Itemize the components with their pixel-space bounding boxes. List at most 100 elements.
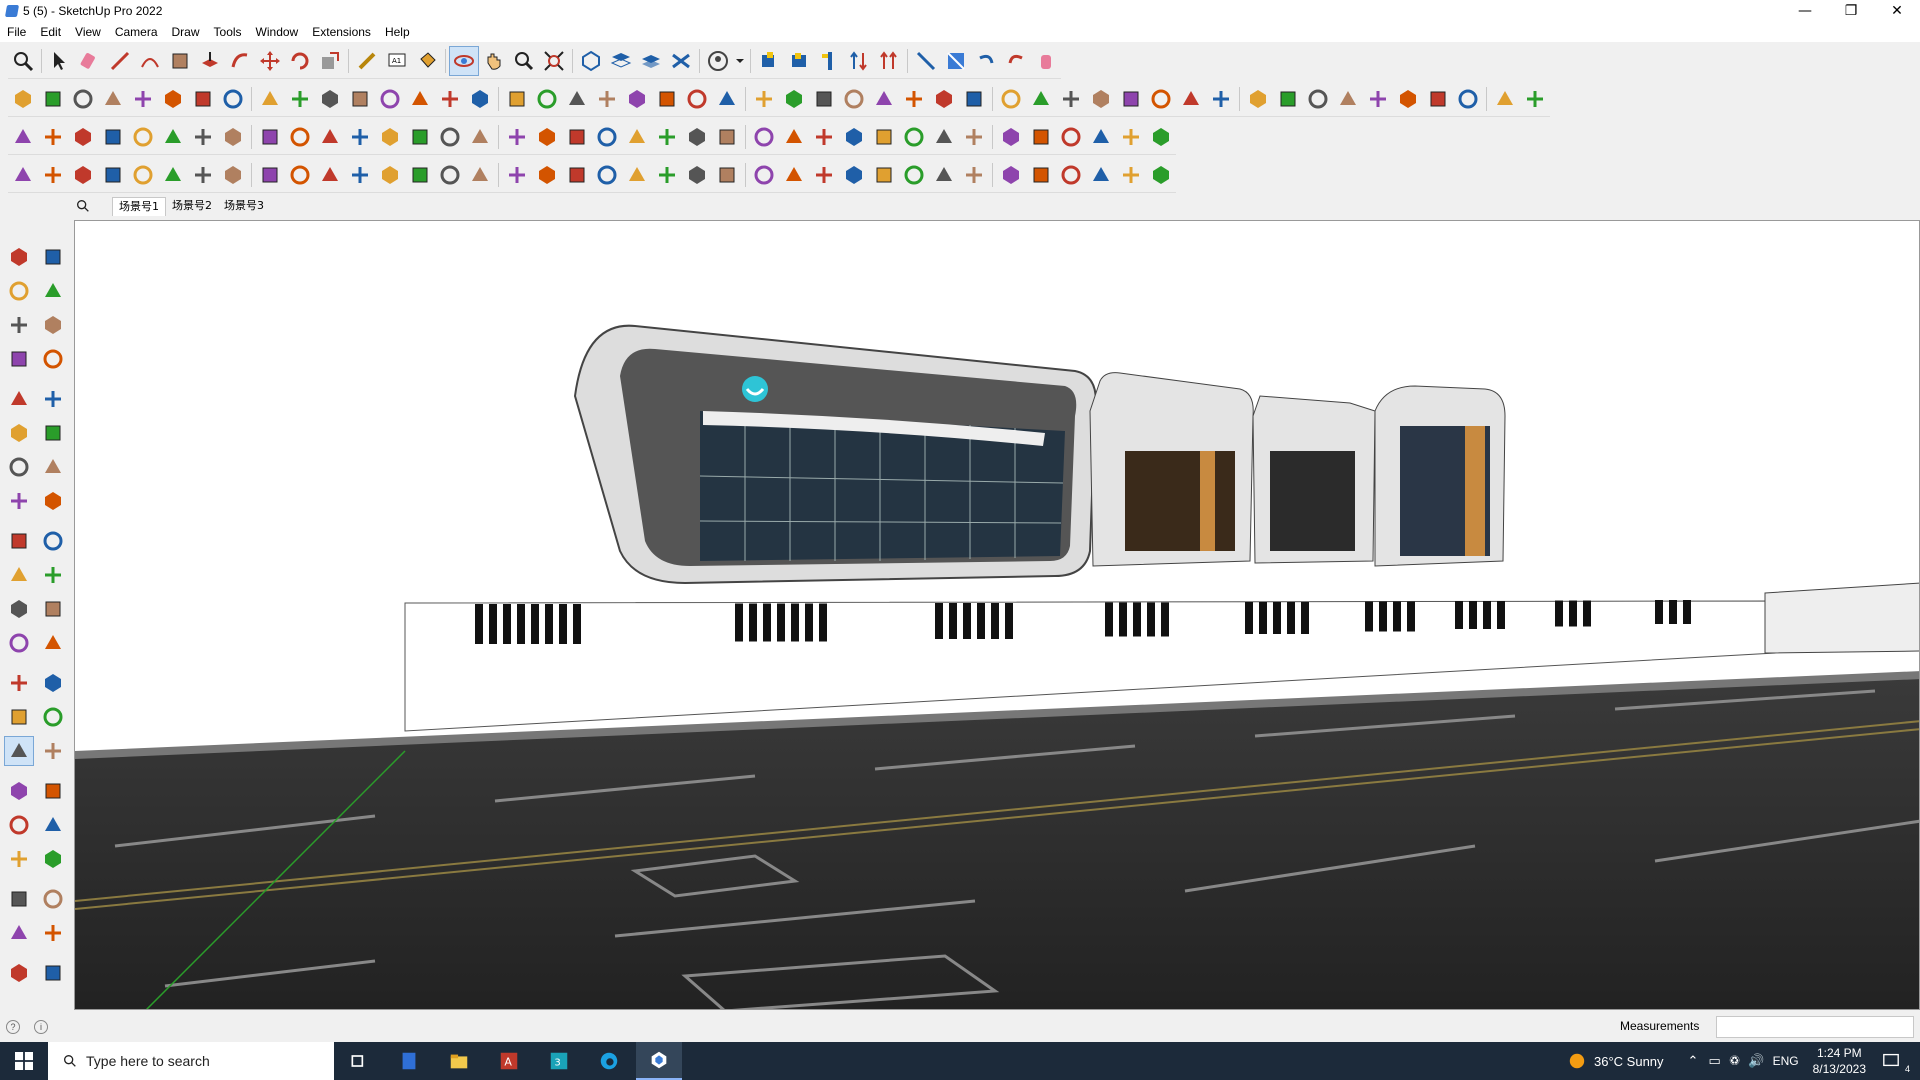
extension-row2-tool-38[interactable] <box>1146 84 1176 114</box>
wifi-icon[interactable]: ♽ <box>1729 1053 1741 1069</box>
extension-row3-tool-10[interactable] <box>285 122 315 152</box>
extension-row2-tool-32[interactable] <box>959 84 989 114</box>
extension-row2-tool-44[interactable] <box>1333 84 1363 114</box>
extension-row2-tool-23[interactable] <box>682 84 712 114</box>
extension-row2-tool-22[interactable] <box>652 84 682 114</box>
extension-row3-tool-37[interactable] <box>1116 122 1146 152</box>
extension-row2-tool-48[interactable] <box>1453 84 1483 114</box>
extension-row4-tool-4[interactable] <box>98 160 128 190</box>
extension-row4-tool-29[interactable] <box>869 160 899 190</box>
extension-row4-tool-28[interactable] <box>839 160 869 190</box>
extension-row3-tool-29[interactable] <box>869 122 899 152</box>
flip-button[interactable] <box>941 46 971 76</box>
extension-row3-tool-6[interactable] <box>158 122 188 152</box>
extension-row2-tool-17[interactable] <box>502 84 532 114</box>
circle-tool[interactable] <box>4 418 34 448</box>
extension-row3-tool-9[interactable] <box>255 122 285 152</box>
extension-row2-tool-12[interactable] <box>345 84 375 114</box>
extension-row2-tool-9[interactable] <box>255 84 285 114</box>
extension-row2-tool-1[interactable] <box>8 84 38 114</box>
move-tool[interactable] <box>255 46 285 76</box>
select-tool[interactable] <box>4 242 34 272</box>
arc-tool[interactable] <box>135 46 165 76</box>
dimension-button[interactable] <box>911 46 941 76</box>
extension-row3-tool-21[interactable] <box>622 122 652 152</box>
tape2-tool[interactable] <box>4 628 34 658</box>
extension-row3-tool-12[interactable] <box>345 122 375 152</box>
restore-button[interactable]: ❐ <box>1828 0 1874 22</box>
pan-tool[interactable] <box>38 736 68 766</box>
extension-row3-tool-30[interactable] <box>899 122 929 152</box>
zoom-tool[interactable] <box>8 46 38 76</box>
extension-row4-tool-26[interactable] <box>779 160 809 190</box>
extension-row2-tool-4[interactable] <box>98 84 128 114</box>
extension-row3-tool-14[interactable] <box>405 122 435 152</box>
offset-tool[interactable] <box>38 594 68 624</box>
arc3-tool[interactable] <box>4 486 34 516</box>
extension-row4-tool-32[interactable] <box>959 160 989 190</box>
extension-row3-tool-13[interactable] <box>375 122 405 152</box>
sandbox1-tool[interactable] <box>4 918 34 948</box>
extension-row4-tool-34[interactable] <box>1026 160 1056 190</box>
account-button[interactable] <box>703 46 733 76</box>
extension-row2-tool-33[interactable] <box>996 84 1026 114</box>
extension-row3-tool-3[interactable] <box>68 122 98 152</box>
acrobat-app[interactable]: A <box>486 1042 532 1080</box>
extension-row2-tool-10[interactable] <box>285 84 315 114</box>
extension-row4-tool-9[interactable] <box>255 160 285 190</box>
extension-row4-tool-25[interactable] <box>749 160 779 190</box>
paint-tool[interactable] <box>4 276 34 306</box>
menu-camera[interactable]: Camera <box>108 25 165 39</box>
section-button[interactable] <box>814 46 844 76</box>
extension-row2-tool-27[interactable] <box>809 84 839 114</box>
scene-tab-3[interactable]: 场景号3 <box>218 197 270 215</box>
text-tool[interactable] <box>38 628 68 658</box>
extension-row2-tool-34[interactable] <box>1026 84 1056 114</box>
max-app[interactable]: 3 <box>536 1042 582 1080</box>
redo-button[interactable] <box>1001 46 1031 76</box>
info-icon[interactable]: i <box>34 1020 48 1034</box>
layers-button[interactable] <box>636 46 666 76</box>
extension-row2-tool-25[interactable] <box>749 84 779 114</box>
polygon-tool[interactable] <box>38 418 68 448</box>
clock[interactable]: 1:24 PM 8/13/2023 <box>1813 1045 1866 1077</box>
orbit-tool[interactable] <box>449 46 479 76</box>
extension-row3-tool-36[interactable] <box>1086 122 1116 152</box>
file-explorer-app[interactable] <box>436 1042 482 1080</box>
extension-row2-tool-29[interactable] <box>869 84 899 114</box>
extension-row2-tool-24[interactable] <box>712 84 742 114</box>
extension-row2-tool-16[interactable] <box>465 84 495 114</box>
dimension-tool[interactable] <box>4 702 34 732</box>
followme-tool[interactable] <box>38 560 68 590</box>
previous-tool[interactable] <box>38 810 68 840</box>
extension-row4-tool-6[interactable] <box>158 160 188 190</box>
model-viewport[interactable] <box>74 220 1920 1010</box>
rectangle-tool[interactable] <box>4 384 34 414</box>
menu-extensions[interactable]: Extensions <box>305 25 378 39</box>
extension-row4-tool-19[interactable] <box>562 160 592 190</box>
tape-tool[interactable] <box>38 310 68 340</box>
extension-row2-tool-26[interactable] <box>779 84 809 114</box>
extension-row4-tool-7[interactable] <box>188 160 218 190</box>
axes-tool[interactable] <box>38 668 68 698</box>
move-tool[interactable] <box>4 526 34 556</box>
extension-row3-tool-28[interactable] <box>839 122 869 152</box>
extension-row4-tool-15[interactable] <box>435 160 465 190</box>
line-tool[interactable] <box>105 46 135 76</box>
chevron-down-icon[interactable] <box>733 46 747 76</box>
extension-row3-tool-7[interactable] <box>188 122 218 152</box>
sketchup-app[interactable] <box>636 1042 682 1080</box>
arc-tool[interactable] <box>4 452 34 482</box>
weather-text[interactable]: 36°C Sunny <box>1594 1054 1664 1069</box>
extension-row2-tool-30[interactable] <box>899 84 929 114</box>
extension-row2-tool-36[interactable] <box>1086 84 1116 114</box>
sandbox4-tool[interactable] <box>38 958 68 988</box>
extension-row3-tool-25[interactable] <box>749 122 779 152</box>
extension-row2-tool-28[interactable] <box>839 84 869 114</box>
extension-row2-tool-19[interactable] <box>562 84 592 114</box>
extension-row2-tool-45[interactable] <box>1363 84 1393 114</box>
extension-row3-tool-4[interactable] <box>98 122 128 152</box>
extension-row4-tool-13[interactable] <box>375 160 405 190</box>
select-tool[interactable] <box>45 46 75 76</box>
hand-stop-button[interactable] <box>1031 46 1061 76</box>
